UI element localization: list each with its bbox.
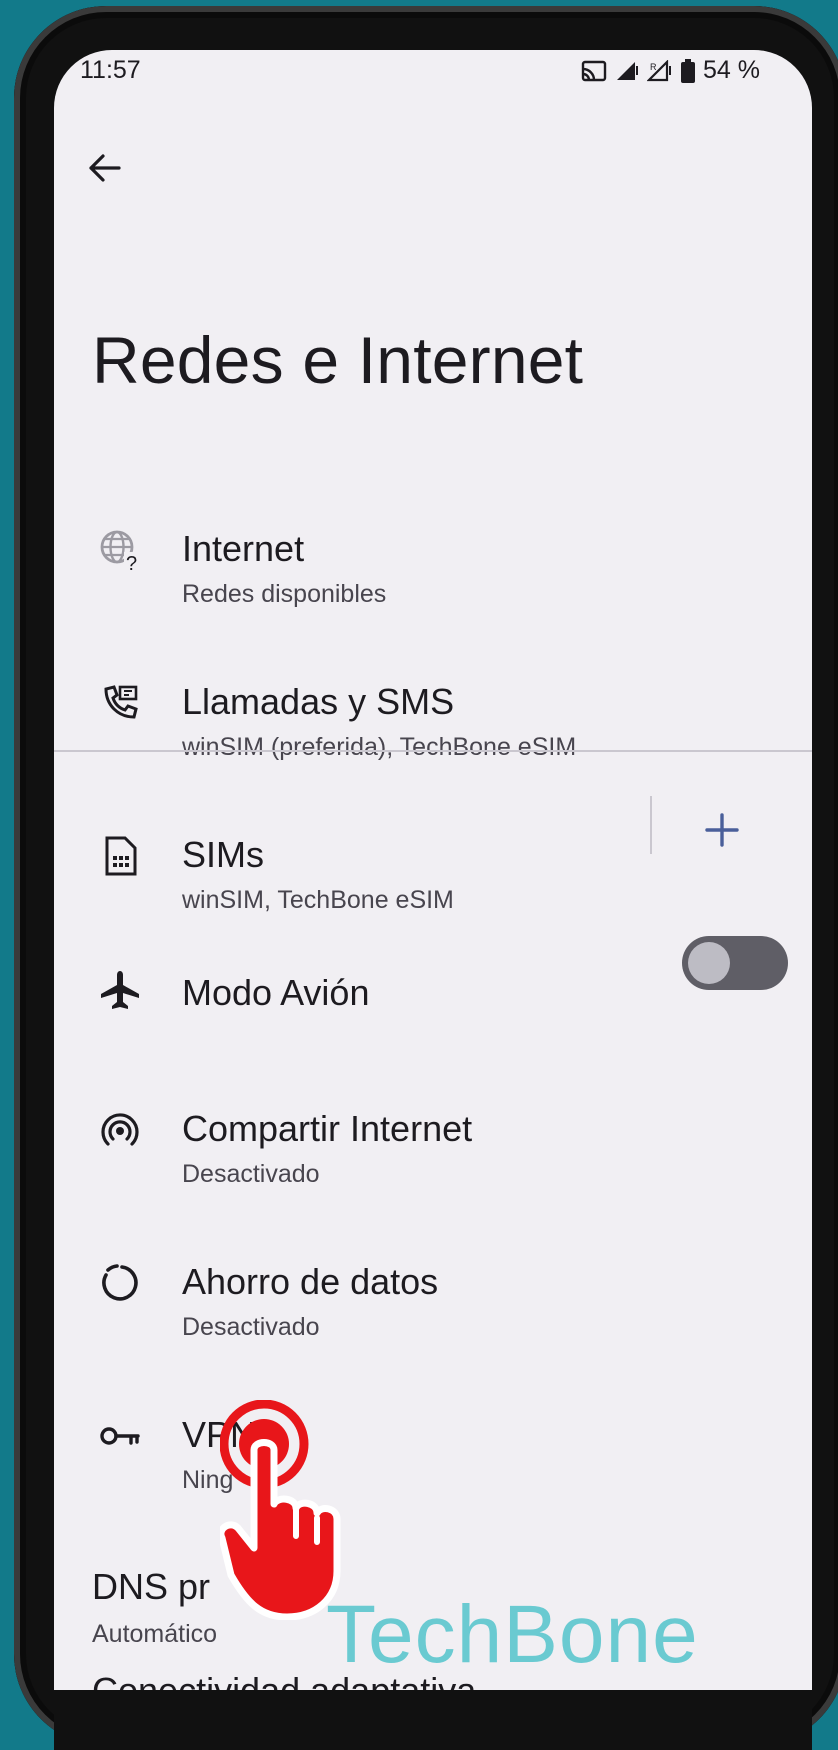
section-divider (54, 750, 812, 752)
phone-bottom-bezel (54, 1690, 812, 1750)
toggle-knob (688, 942, 730, 984)
plus-icon (705, 813, 739, 847)
page-title: Redes e Internet (92, 323, 584, 397)
add-sim-button[interactable] (694, 802, 750, 858)
tap-hand-pointer-icon (220, 1400, 341, 1620)
phone-screen: 11:57 R 54 % Redes e Internet ? Internet… (54, 50, 812, 1690)
arrow-back-icon (89, 154, 121, 182)
phone-message-icon (90, 673, 150, 733)
item-subtitle: Desactivado (182, 1313, 320, 1341)
svg-text:?: ? (126, 553, 137, 572)
item-title: Internet (182, 528, 305, 569)
status-time: 11:57 (80, 56, 141, 84)
settings-item-data-saver[interactable]: Ahorro de datos Desactivado (54, 1213, 812, 1363)
item-subtitle: Automático (92, 1620, 218, 1648)
item-subtitle: Desactivado (182, 1160, 320, 1188)
vertical-separator (650, 796, 652, 854)
item-title: DNS pr (92, 1566, 211, 1607)
settings-item-hotspot[interactable]: Compartir Internet Desactivado (54, 1060, 812, 1210)
battery-icon (681, 58, 696, 83)
item-title: Ahorro de datos (182, 1261, 439, 1302)
data-saver-icon (90, 1253, 150, 1313)
techbone-watermark: TechBone (326, 1589, 699, 1680)
sim-card-icon (90, 826, 150, 886)
hotspot-icon (90, 1100, 150, 1160)
item-title: SIMs (182, 834, 265, 875)
airplane-mode-toggle[interactable] (682, 936, 788, 990)
item-subtitle: Redes disponibles (182, 580, 387, 608)
svg-text:R: R (650, 62, 657, 72)
item-subtitle: winSIM (preferida), TechBone eSIM (182, 733, 577, 761)
globe-question-icon: ? (90, 520, 150, 580)
item-title: Llamadas y SMS (182, 681, 455, 722)
status-icons: R 54 % (581, 56, 760, 85)
settings-item-airplane[interactable]: Modo Avión (54, 938, 614, 1048)
key-icon (90, 1406, 150, 1466)
signal-icon (617, 61, 639, 80)
status-bar: 11:57 R 54 % (54, 50, 812, 106)
back-button[interactable] (78, 142, 130, 194)
item-title: Compartir Internet (182, 1108, 473, 1149)
battery-percent: 54 % (703, 56, 760, 84)
item-subtitle: winSIM, TechBone eSIM (182, 886, 454, 914)
airplane-icon (90, 960, 150, 1020)
settings-item-calls-sms[interactable]: Llamadas y SMS winSIM (preferida), TechB… (54, 633, 812, 783)
cast-icon (581, 60, 607, 81)
settings-item-sims[interactable]: SIMs winSIM, TechBone eSIM (54, 786, 614, 936)
settings-item-vpn[interactable]: VPN Ning (54, 1366, 812, 1516)
signal-roaming-icon: R (647, 59, 672, 81)
item-title: Modo Avión (182, 972, 370, 1013)
settings-item-internet[interactable]: ? Internet Redes disponibles (54, 480, 812, 630)
